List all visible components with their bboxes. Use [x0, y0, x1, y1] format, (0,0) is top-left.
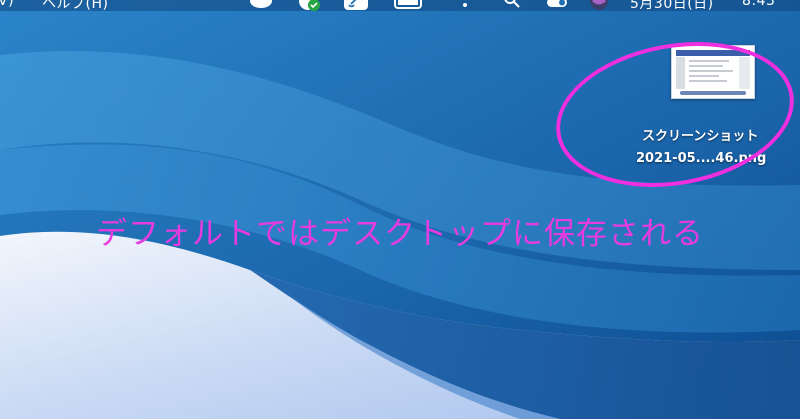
annotation-text: デフォルトではデスクトップに保存される: [96, 216, 704, 252]
menu-date[interactable]: 5月30日(日): [630, 0, 714, 13]
battery-icon[interactable]: [394, 0, 426, 10]
control-center-icon[interactable]: [546, 0, 570, 10]
help-menu[interactable]: ヘルプ(H): [42, 0, 108, 13]
cloud-icon[interactable]: [248, 0, 274, 10]
menu-fragment[interactable]: V): [0, 0, 14, 9]
wifi-icon[interactable]: [455, 0, 475, 10]
sync-check-icon[interactable]: [297, 0, 323, 12]
link-icon[interactable]: [344, 0, 370, 12]
menu-bar: V) ヘルプ(H) 5月30日(日) 8:43: [0, 0, 800, 13]
search-icon[interactable]: [503, 0, 521, 10]
siri-icon[interactable]: [589, 0, 609, 12]
desktop: V) ヘルプ(H) 5月30日(日) 8:43 スクリーンショット 2021-0…: [0, 0, 800, 419]
menu-time[interactable]: 8:43: [742, 0, 775, 9]
